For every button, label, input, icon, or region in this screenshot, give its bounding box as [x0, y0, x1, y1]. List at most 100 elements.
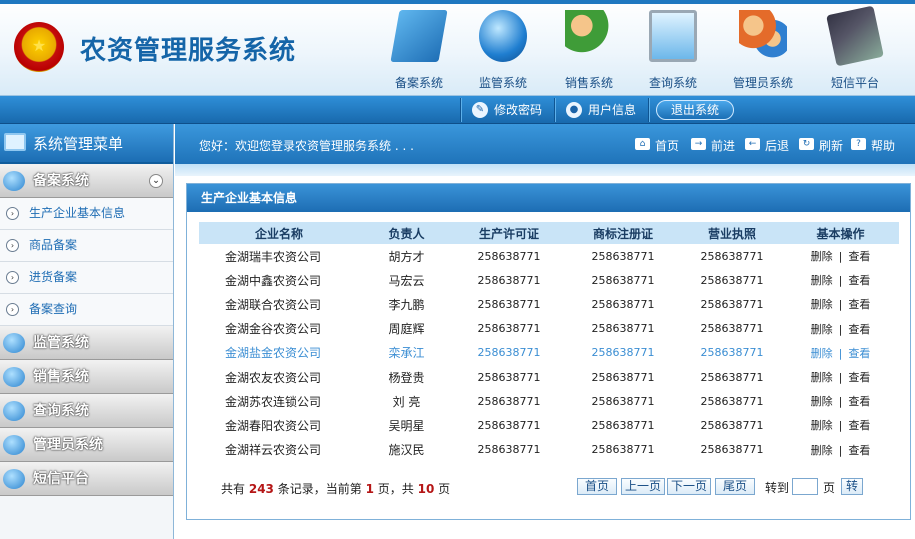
- delete-link[interactable]: 删除: [811, 250, 833, 263]
- delete-link[interactable]: 删除: [811, 347, 833, 360]
- section-label: 管理员系统: [33, 437, 103, 453]
- pager-text: 共有: [221, 482, 246, 496]
- user-info-button[interactable]: ● 用户信息: [560, 99, 636, 121]
- toolbar: ✎ 修改密码 ● 用户信息 退出系统: [0, 96, 915, 124]
- column-header: 企业名称: [199, 222, 359, 244]
- sidebar-section-sales[interactable]: 销售系统: [0, 360, 173, 394]
- sidebar-item-filing-query[interactable]: › 备案查询: [0, 294, 173, 326]
- logout-button[interactable]: 退出系统: [656, 100, 734, 120]
- first-page-button[interactable]: 首页: [577, 478, 617, 495]
- monitor-search-icon: [649, 10, 697, 62]
- back-button[interactable]: ← 后退: [745, 137, 789, 154]
- item-label: 备案查询: [29, 302, 78, 316]
- goto-page-input[interactable]: [792, 478, 818, 495]
- nav-filing-system[interactable]: 备案系统: [384, 10, 454, 91]
- nav-supervision-system[interactable]: 监管系统: [468, 10, 538, 91]
- sidebar-section-filing[interactable]: 备案系统 ⌄: [0, 164, 173, 198]
- nav-query-system[interactable]: 查询系统: [638, 10, 708, 91]
- delete-link[interactable]: 删除: [811, 395, 833, 408]
- refresh-button[interactable]: ↻ 刷新: [799, 137, 843, 154]
- arrow-left-icon: ←: [745, 138, 760, 150]
- company-name-cell: 金湖春阳农资公司: [225, 418, 322, 433]
- toolbar-divider: [554, 98, 556, 122]
- view-link[interactable]: 查看: [848, 274, 870, 287]
- person-cell: 杨登贵: [388, 370, 425, 385]
- next-page-button[interactable]: 下一页: [667, 478, 711, 495]
- button-label: 用户信息: [588, 103, 637, 117]
- operations-cell: 删除 | 查看: [782, 365, 899, 389]
- admin-users-icon: [3, 435, 25, 455]
- delete-link[interactable]: 删除: [811, 274, 833, 287]
- company-name-cell: 金湖联合农资公司: [225, 297, 322, 312]
- business-license-cell: 258638771: [700, 346, 764, 360]
- person-cell: 吴明星: [388, 418, 425, 433]
- operations-cell: 删除 | 查看: [782, 292, 899, 316]
- view-link[interactable]: 查看: [848, 371, 870, 384]
- go-button[interactable]: 转: [841, 478, 863, 495]
- section-label: 销售系统: [33, 369, 89, 385]
- enterprise-panel: 生产企业基本信息 企业名称 负责人 生产许可证 商标注册证 营业执照 基本操作 …: [186, 183, 911, 520]
- sidebar-section-sms[interactable]: 短信平台: [0, 462, 173, 496]
- table-row: 金湖春阳农资公司 吴明星 258638771 258638771 258638771 删除…: [199, 413, 899, 437]
- view-link[interactable]: 查看: [848, 347, 870, 360]
- item-label: 商品备案: [29, 238, 78, 252]
- view-link[interactable]: 查看: [848, 250, 870, 263]
- arrow-right-icon: →: [691, 138, 706, 150]
- view-link[interactable]: 查看: [848, 444, 870, 457]
- button-label: 前进: [711, 139, 736, 153]
- business-license-cell: 258638771: [700, 443, 764, 457]
- person-cell: 马宏云: [388, 273, 425, 288]
- delete-link[interactable]: 删除: [811, 444, 833, 457]
- admin-users-icon: [739, 10, 787, 62]
- user-icon: ●: [566, 102, 582, 118]
- license-cell: 258638771: [477, 370, 541, 384]
- trademark-cell: 258638771: [591, 394, 655, 408]
- business-license-cell: 258638771: [700, 297, 764, 311]
- view-link[interactable]: 查看: [848, 395, 870, 408]
- view-link[interactable]: 查看: [848, 323, 870, 336]
- nav-sms-platform[interactable]: 短信平台: [820, 5, 890, 91]
- chevron-down-icon[interactable]: ⌄: [149, 174, 163, 188]
- column-header: 生产许可证: [454, 222, 564, 244]
- sidebar-item-purchase-filing[interactable]: › 进货备案: [0, 262, 173, 294]
- table-row: 金湖盐金农资公司 栾承江 258638771 258638771 258638771 删除…: [199, 341, 899, 365]
- view-link[interactable]: 查看: [848, 298, 870, 311]
- sidebar-section-query[interactable]: 查询系统: [0, 394, 173, 428]
- nav-admin-system[interactable]: 管理员系统: [728, 10, 798, 91]
- delete-link[interactable]: 删除: [811, 323, 833, 336]
- sidebar-section-supervision[interactable]: 监管系统: [0, 326, 173, 360]
- home-button[interactable]: ⌂ 首页: [635, 137, 679, 154]
- sidebar-section-admin[interactable]: 管理员系统: [0, 428, 173, 462]
- sidebar-item-product-filing[interactable]: › 商品备案: [0, 230, 173, 262]
- op-separator: |: [838, 371, 843, 385]
- op-separator: |: [838, 250, 843, 264]
- license-cell: 258638771: [477, 443, 541, 457]
- forward-button[interactable]: → 前进: [691, 137, 735, 154]
- person-cell: 栾承江: [388, 346, 425, 361]
- last-page-button[interactable]: 尾页: [715, 478, 755, 495]
- company-name-cell: 金湖金谷农资公司: [225, 322, 322, 337]
- operations-cell: 删除 | 查看: [782, 244, 899, 268]
- license-cell: 258638771: [477, 418, 541, 432]
- trademark-cell: 258638771: [591, 346, 655, 360]
- toolbar-divider: [648, 98, 650, 122]
- trademark-cell: 258638771: [591, 443, 655, 457]
- current-page: 1: [365, 482, 374, 496]
- sidebar-item-enterprise-info[interactable]: › 生产企业基本信息: [0, 198, 173, 230]
- delete-link[interactable]: 删除: [811, 371, 833, 384]
- op-separator: |: [838, 322, 843, 336]
- view-link[interactable]: 查看: [848, 419, 870, 432]
- top-stripe: [0, 0, 915, 4]
- nav-sales-system[interactable]: 销售系统: [554, 10, 624, 91]
- company-name-cell: 金湖祥云农资公司: [225, 443, 322, 458]
- delete-link[interactable]: 删除: [811, 419, 833, 432]
- person-cell: 李九鹏: [388, 297, 425, 312]
- delete-link[interactable]: 删除: [811, 298, 833, 311]
- operations-cell: 删除 | 查看: [782, 389, 899, 413]
- op-separator: |: [838, 395, 843, 409]
- change-password-button[interactable]: ✎ 修改密码: [466, 99, 542, 121]
- prev-page-button[interactable]: 上一页: [621, 478, 665, 495]
- help-button[interactable]: ? 帮助: [851, 137, 895, 154]
- pager-text: 条记录，当前第: [277, 482, 362, 496]
- license-cell: 258638771: [477, 249, 541, 263]
